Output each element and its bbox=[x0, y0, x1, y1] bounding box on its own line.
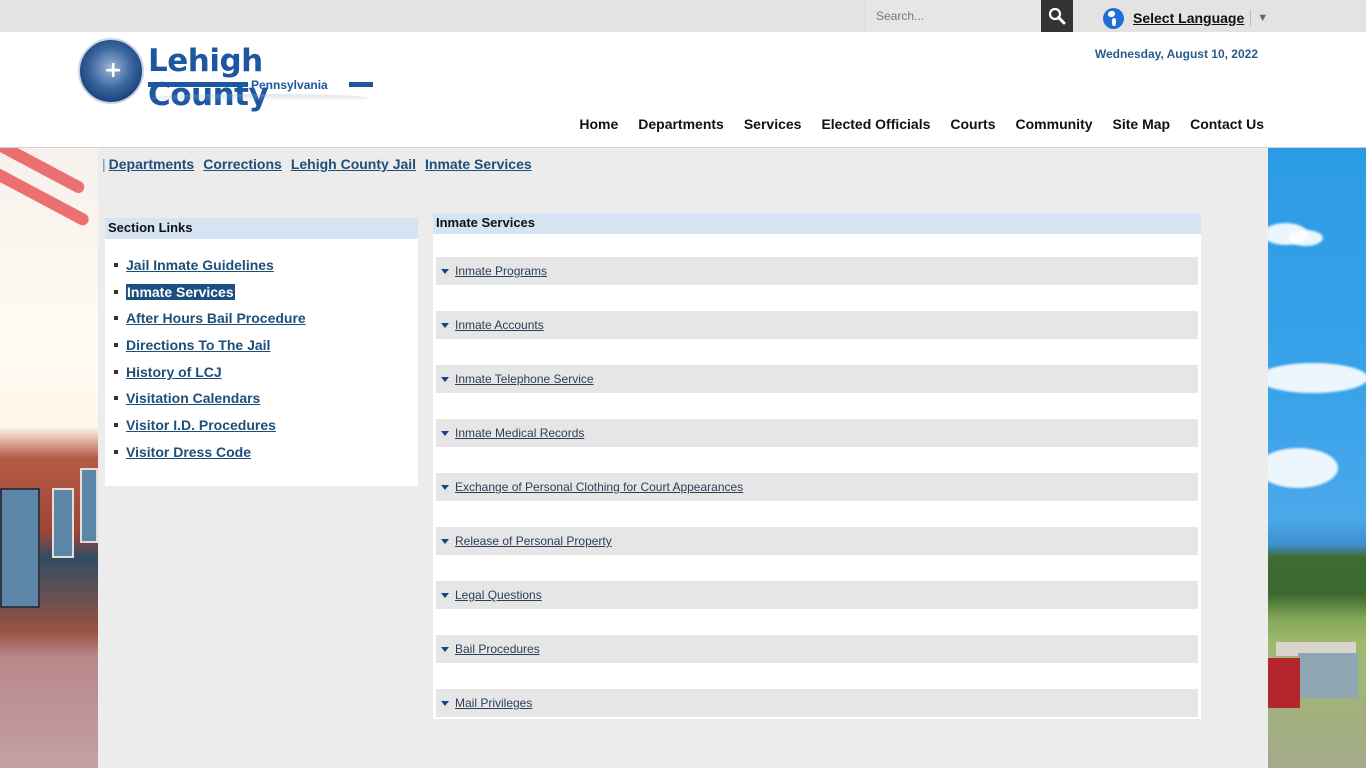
accordion-link[interactable]: Inmate Telephone Service bbox=[455, 372, 594, 386]
top-utility-bar: Select Language ▼ bbox=[0, 0, 1366, 32]
nav-site-map[interactable]: Site Map bbox=[1113, 116, 1171, 132]
breadcrumb-lehigh-county-jail[interactable]: Lehigh County Jail bbox=[291, 156, 416, 172]
expand-arrow-icon bbox=[441, 646, 449, 652]
search-box bbox=[865, 0, 1041, 32]
main-content-panel: Inmate Services Inmate Programs Inmate A… bbox=[433, 213, 1201, 719]
accordion-link[interactable]: Exchange of Personal Clothing for Court … bbox=[455, 480, 743, 494]
language-divider bbox=[1250, 10, 1252, 26]
section-link-visitation-calendars[interactable]: Visitation Calendars bbox=[126, 390, 260, 406]
language-selector[interactable]: Select Language ▼ bbox=[1103, 7, 1268, 29]
accordion-link[interactable]: Inmate Medical Records bbox=[455, 426, 584, 440]
site-logo[interactable]: Lehigh County Pennsylvania bbox=[78, 38, 378, 112]
accordion-item[interactable]: Legal Questions bbox=[436, 581, 1198, 609]
building-window bbox=[0, 488, 40, 608]
search-input[interactable] bbox=[866, 0, 1041, 32]
expand-arrow-icon bbox=[441, 538, 449, 544]
magnifier-icon bbox=[1048, 7, 1066, 25]
expand-arrow-icon bbox=[441, 322, 449, 328]
expand-arrow-icon bbox=[441, 700, 449, 706]
section-link-item: Inmate Services bbox=[105, 283, 418, 311]
nav-courts[interactable]: Courts bbox=[950, 116, 995, 132]
nav-departments[interactable]: Departments bbox=[638, 116, 724, 132]
breadcrumb: | Departments Corrections Lehigh County … bbox=[102, 156, 541, 172]
section-link-item: Directions To The Jail bbox=[105, 337, 418, 364]
background-photo-left bbox=[0, 148, 98, 768]
nav-elected-officials[interactable]: Elected Officials bbox=[821, 116, 930, 132]
building-window bbox=[52, 488, 74, 558]
section-link-after-hours-bail[interactable]: After Hours Bail Procedure bbox=[126, 310, 306, 326]
nav-home[interactable]: Home bbox=[579, 116, 618, 132]
accordion-link[interactable]: Release of Personal Property bbox=[455, 534, 612, 548]
expand-arrow-icon bbox=[441, 484, 449, 490]
cloud bbox=[1268, 363, 1366, 393]
cloud bbox=[1268, 448, 1338, 488]
search-button[interactable] bbox=[1041, 0, 1073, 32]
dropdown-arrow-icon[interactable]: ▼ bbox=[1257, 12, 1268, 24]
nav-services[interactable]: Services bbox=[744, 116, 802, 132]
breadcrumb-separator: | bbox=[102, 156, 106, 172]
accordion-item[interactable]: Inmate Programs bbox=[436, 257, 1198, 285]
expand-arrow-icon bbox=[441, 268, 449, 274]
select-language-link[interactable]: Select Language bbox=[1133, 10, 1244, 26]
barn bbox=[1298, 653, 1358, 698]
accordion-item[interactable]: Inmate Accounts bbox=[436, 311, 1198, 339]
section-link-item: Visitor I.D. Procedures bbox=[105, 417, 418, 444]
current-date: Wednesday, August 10, 2022 bbox=[1094, 47, 1258, 61]
county-seal-icon bbox=[78, 38, 144, 104]
section-links-panel: Section Links Jail Inmate Guidelines Inm… bbox=[105, 218, 418, 486]
logo-reflection bbox=[150, 94, 370, 102]
section-link-item: History of LCJ bbox=[105, 364, 418, 391]
breadcrumb-departments[interactable]: Departments bbox=[109, 156, 195, 172]
section-link-item: Jail Inmate Guidelines bbox=[105, 257, 418, 284]
main-navigation: Home Departments Services Elected Offici… bbox=[559, 116, 1264, 132]
breadcrumb-inmate-services[interactable]: Inmate Services bbox=[425, 156, 532, 172]
background-photo-right bbox=[1268, 148, 1366, 768]
nav-community[interactable]: Community bbox=[1016, 116, 1093, 132]
site-header: Lehigh County Pennsylvania Wednesday, Au… bbox=[0, 32, 1366, 148]
section-link-jail-inmate-guidelines[interactable]: Jail Inmate Guidelines bbox=[126, 257, 274, 273]
expand-arrow-icon bbox=[441, 376, 449, 382]
building-window bbox=[80, 468, 98, 543]
section-link-item: After Hours Bail Procedure bbox=[105, 310, 418, 337]
expand-arrow-icon bbox=[441, 430, 449, 436]
section-links-title: Section Links bbox=[105, 218, 418, 239]
section-link-directions[interactable]: Directions To The Jail bbox=[126, 337, 270, 353]
accordion-link[interactable]: Bail Procedures bbox=[455, 642, 540, 656]
barn bbox=[1268, 658, 1300, 708]
nav-contact-us[interactable]: Contact Us bbox=[1190, 116, 1264, 132]
accordion-link[interactable]: Inmate Accounts bbox=[455, 318, 544, 332]
globe-icon bbox=[1103, 7, 1124, 29]
section-link-item: Visitation Calendars bbox=[105, 390, 418, 417]
accordion-item[interactable]: Inmate Medical Records bbox=[436, 419, 1198, 447]
section-link-item: Visitor Dress Code bbox=[105, 444, 418, 471]
section-link-inmate-services[interactable]: Inmate Services bbox=[126, 283, 235, 300]
accordion-item[interactable]: Bail Procedures bbox=[436, 635, 1198, 663]
page-title: Inmate Services bbox=[433, 213, 1201, 234]
accordion-item[interactable]: Release of Personal Property bbox=[436, 527, 1198, 555]
section-links-list: Jail Inmate Guidelines Inmate Services A… bbox=[105, 239, 418, 471]
section-link-dress-code[interactable]: Visitor Dress Code bbox=[126, 444, 251, 460]
accordion-item[interactable]: Mail Privileges bbox=[436, 689, 1198, 717]
accordion-link[interactable]: Legal Questions bbox=[455, 588, 542, 602]
logo-subtitle: Pennsylvania bbox=[251, 78, 328, 92]
accordion-item[interactable]: Exchange of Personal Clothing for Court … bbox=[436, 473, 1198, 501]
expand-arrow-icon bbox=[441, 592, 449, 598]
breadcrumb-corrections[interactable]: Corrections bbox=[203, 156, 282, 172]
accordion-item[interactable]: Inmate Telephone Service bbox=[436, 365, 1198, 393]
cloud bbox=[1288, 230, 1323, 246]
section-link-history[interactable]: History of LCJ bbox=[126, 364, 222, 380]
accordion-link[interactable]: Mail Privileges bbox=[455, 696, 532, 710]
section-link-visitor-id[interactable]: Visitor I.D. Procedures bbox=[126, 417, 276, 433]
accordion-link[interactable]: Inmate Programs bbox=[455, 264, 547, 278]
